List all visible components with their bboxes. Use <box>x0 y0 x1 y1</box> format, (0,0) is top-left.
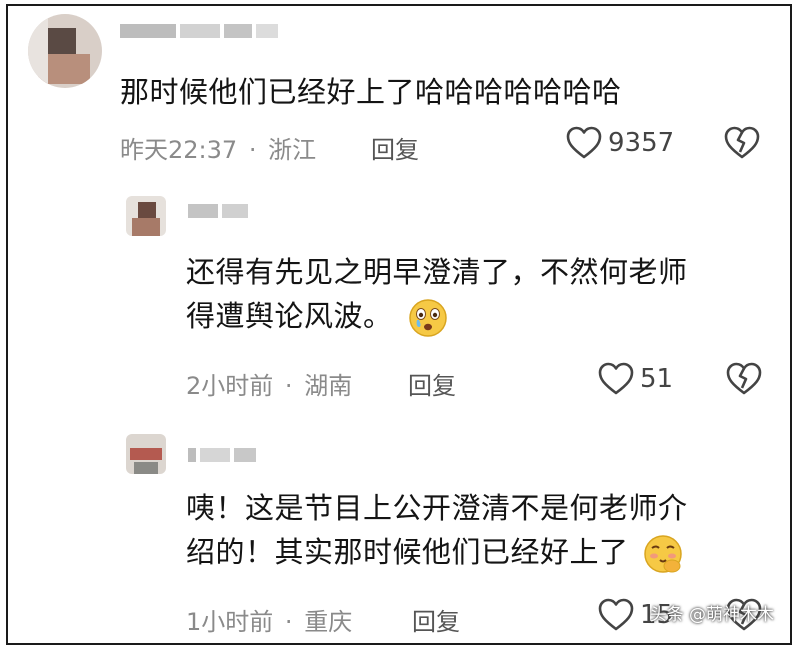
comment-time: 昨天22:37 <box>120 136 238 164</box>
comment-meta: 昨天22:37 · 浙江 <box>120 130 316 165</box>
avatar[interactable] <box>126 196 166 236</box>
separator: · <box>284 372 293 400</box>
like-button[interactable]: 9357 <box>566 126 674 160</box>
comment-text: 咦！这是节目上公开澄清不是何老师介 绍的！其实那时候他们已经好上了 <box>186 486 688 575</box>
reply-button[interactable]: 回复 <box>412 602 460 637</box>
blushing-face-icon <box>644 535 682 573</box>
crying-face-icon <box>409 299 447 337</box>
heart-icon <box>598 362 634 395</box>
heart-icon <box>598 598 634 631</box>
comment-text-line: 咦！这是节目上公开澄清不是何老师介 <box>186 491 688 525</box>
reply-button[interactable]: 回复 <box>371 130 419 165</box>
comment-text-line: 得遭舆论风波。 <box>186 294 688 338</box>
comment-text-line: 还得有先见之明早澄清了，不然何老师 <box>186 255 688 289</box>
like-count: 9357 <box>608 128 675 158</box>
avatar[interactable] <box>28 14 102 88</box>
username-blurred[interactable] <box>188 204 248 218</box>
heart-icon <box>566 126 602 159</box>
comment-location: 湖南 <box>304 372 353 400</box>
watermark: 头条 @萌神木木 <box>649 605 774 625</box>
separator: · <box>284 608 293 636</box>
dislike-button[interactable] <box>726 362 762 400</box>
comment-text: 那时候他们已经好上了哈哈哈哈哈哈哈 <box>120 75 622 109</box>
avatar[interactable] <box>126 434 166 474</box>
username-blurred[interactable] <box>188 448 256 462</box>
comment-time: 2小时前 <box>186 372 274 400</box>
like-button[interactable]: 51 <box>598 362 673 396</box>
reply-button[interactable]: 回复 <box>408 366 456 401</box>
username-blurred[interactable] <box>120 24 278 38</box>
comment-text: 还得有先见之明早澄清了，不然何老师 得遭舆论风波。 <box>186 250 688 338</box>
separator: · <box>248 136 257 164</box>
dislike-button[interactable] <box>724 126 760 164</box>
broken-heart-icon <box>726 362 762 395</box>
comment-text-line: 绍的！其实那时候他们已经好上了 <box>186 530 688 575</box>
comment-location: 浙江 <box>268 136 317 164</box>
comment-meta: 1小时前 · 重庆 <box>186 602 352 637</box>
comment-screenshot: 那时候他们已经好上了哈哈哈哈哈哈哈 昨天22:37 · 浙江 回复 9357 还… <box>6 4 792 645</box>
like-count: 51 <box>640 364 674 394</box>
comment-meta: 2小时前 · 湖南 <box>186 366 352 401</box>
broken-heart-icon <box>724 126 760 159</box>
comment-location: 重庆 <box>304 608 353 636</box>
comment-time: 1小时前 <box>186 608 274 636</box>
